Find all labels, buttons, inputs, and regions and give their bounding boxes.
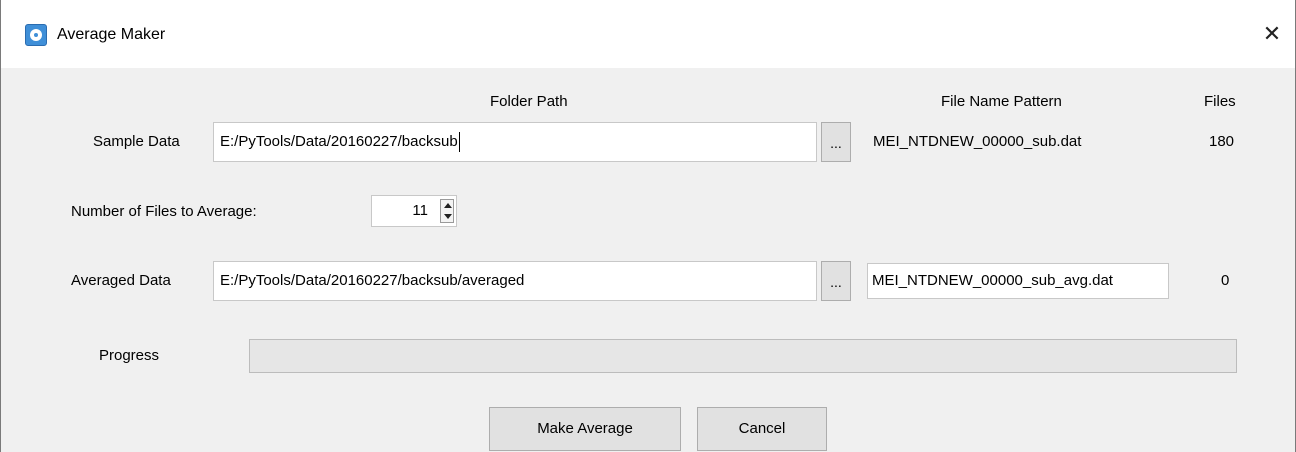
average-count-spinbox[interactable]: 11 xyxy=(371,195,457,227)
averaged-data-pattern-input[interactable]: MEI_NTDNEW_00000_sub_avg.dat xyxy=(867,263,1169,299)
sample-data-browse-button[interactable]: ... xyxy=(821,122,851,162)
averaged-data-file-count: 0 xyxy=(1221,272,1230,289)
sample-data-label: Sample Data xyxy=(93,133,180,150)
averaged-data-label: Averaged Data xyxy=(71,272,171,289)
window-title: Average Maker xyxy=(57,26,166,43)
sample-data-file-count: 180 xyxy=(1209,133,1235,150)
spin-down-icon[interactable] xyxy=(444,214,452,219)
averaged-data-pattern-value: MEI_NTDNEW_00000_sub_avg.dat xyxy=(872,272,1113,289)
text-caret xyxy=(458,132,460,153)
average-maker-window: Average Maker ✕ Folder Path File Name Pa… xyxy=(0,0,1296,452)
average-count-label: Number of Files to Average: xyxy=(71,203,257,220)
average-count-value: 11 xyxy=(412,202,428,219)
app-icon xyxy=(25,24,47,46)
sample-data-path-value: E:/PyTools/Data/20160227/backsub xyxy=(220,133,458,150)
sample-data-path-input[interactable]: E:/PyTools/Data/20160227/backsub xyxy=(213,122,817,162)
close-icon[interactable]: ✕ xyxy=(1249,14,1295,54)
spin-up-icon[interactable] xyxy=(444,203,452,208)
spin-arrows[interactable] xyxy=(440,199,454,223)
averaged-data-path-value: E:/PyTools/Data/20160227/backsub/average… xyxy=(220,272,525,289)
header-folder-path: Folder Path xyxy=(490,93,568,110)
make-average-button[interactable]: Make Average xyxy=(489,407,681,451)
averaged-data-path-input[interactable]: E:/PyTools/Data/20160227/backsub/average… xyxy=(213,261,817,301)
header-file-name-pattern: File Name Pattern xyxy=(941,93,1062,110)
progress-label: Progress xyxy=(99,347,160,364)
averaged-data-browse-button[interactable]: ... xyxy=(821,261,851,301)
progress-bar xyxy=(249,339,1237,373)
title-bar: Average Maker ✕ xyxy=(1,0,1295,68)
cancel-button[interactable]: Cancel xyxy=(697,407,827,451)
header-files: Files xyxy=(1204,93,1236,110)
sample-data-pattern: MEI_NTDNEW_00000_sub.dat xyxy=(873,133,1082,150)
